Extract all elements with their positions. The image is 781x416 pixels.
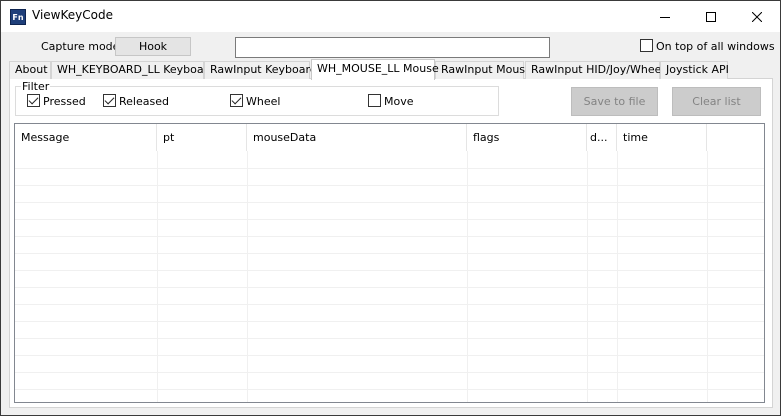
grid-row-line: [15, 202, 764, 203]
grid-row-line: [15, 389, 764, 390]
grid-column-line: [587, 151, 588, 402]
clear-list-button[interactable]: Clear list: [672, 87, 761, 116]
grid-column-line: [157, 151, 158, 402]
capture-input[interactable]: [235, 37, 550, 58]
on-top-checkbox[interactable]: [640, 39, 653, 52]
grid-column-line: [707, 151, 708, 402]
maximize-button[interactable]: [688, 1, 734, 32]
window-title: ViewKeyCode: [32, 8, 113, 22]
released-checkbox[interactable]: [103, 94, 116, 107]
released-label: Released: [119, 95, 169, 108]
grid-column-line: [247, 151, 248, 402]
grid-row-line: [15, 287, 764, 288]
tab-about[interactable]: About: [9, 61, 51, 79]
capture-mode-label: Capture mode: [41, 40, 120, 53]
grid-column-line: [617, 151, 618, 402]
wheel-label: Wheel: [246, 95, 281, 108]
grid-row-line: [15, 304, 764, 305]
grid-row-line: [15, 185, 764, 186]
filter-title: Filter: [21, 80, 51, 93]
minimize-icon: [660, 16, 670, 18]
save-to-file-button[interactable]: Save to file: [571, 87, 658, 116]
tab-rawinput-mouse[interactable]: RawInput Mouse: [435, 61, 532, 79]
column-header-flags[interactable]: flags: [467, 124, 587, 151]
grid-row-line: [15, 168, 764, 169]
tab-wh-mouse-ll[interactable]: WH_MOUSE_LL Mouse: [311, 59, 439, 80]
maximize-icon: [706, 11, 716, 22]
main-window: Fn ViewKeyCode Capture mode Hook On top …: [0, 0, 781, 416]
grid-row-line: [15, 253, 764, 254]
app-icon: Fn: [10, 9, 26, 25]
on-top-label: On top of all windows: [656, 40, 775, 53]
grid-row-line: [15, 355, 764, 356]
wheel-checkbox[interactable]: [230, 94, 243, 107]
tab-joystick-api[interactable]: Joystick API: [660, 61, 729, 79]
pressed-label: Pressed: [43, 95, 86, 108]
tab-rawinput-keyboard[interactable]: RawInput Keyboard: [204, 61, 317, 79]
capture-mode-value: Hook: [115, 37, 191, 56]
events-list[interactable]: Message pt mouseData flags d... time: [14, 123, 765, 403]
grid-column-line: [467, 151, 468, 402]
grid-row-line: [15, 270, 764, 271]
grid-row-line: [15, 219, 764, 220]
column-header-mousedata[interactable]: mouseData: [247, 124, 467, 151]
grid-row-line: [15, 372, 764, 373]
column-header-d[interactable]: d...: [587, 124, 617, 151]
grid-row-line: [15, 321, 764, 322]
move-checkbox[interactable]: [368, 94, 381, 107]
close-icon: [752, 11, 762, 22]
grid-row-line: [15, 236, 764, 237]
pressed-checkbox[interactable]: [27, 94, 40, 107]
tab-wh-keyboard-ll[interactable]: WH_KEYBOARD_LL Keyboard: [51, 61, 215, 79]
column-header-message[interactable]: Message: [15, 124, 157, 151]
column-header-pt[interactable]: pt: [157, 124, 247, 151]
column-header-time[interactable]: time: [617, 124, 707, 151]
grid-row-line: [15, 338, 764, 339]
list-header: Message pt mouseData flags d... time: [15, 124, 764, 151]
move-label: Move: [384, 95, 414, 108]
close-button[interactable]: [734, 1, 780, 32]
title-bar[interactable]: Fn ViewKeyCode: [1, 1, 780, 32]
minimize-button[interactable]: [642, 1, 688, 32]
tab-rawinput-hid[interactable]: RawInput HID/Joy/Wheel: [525, 61, 664, 79]
